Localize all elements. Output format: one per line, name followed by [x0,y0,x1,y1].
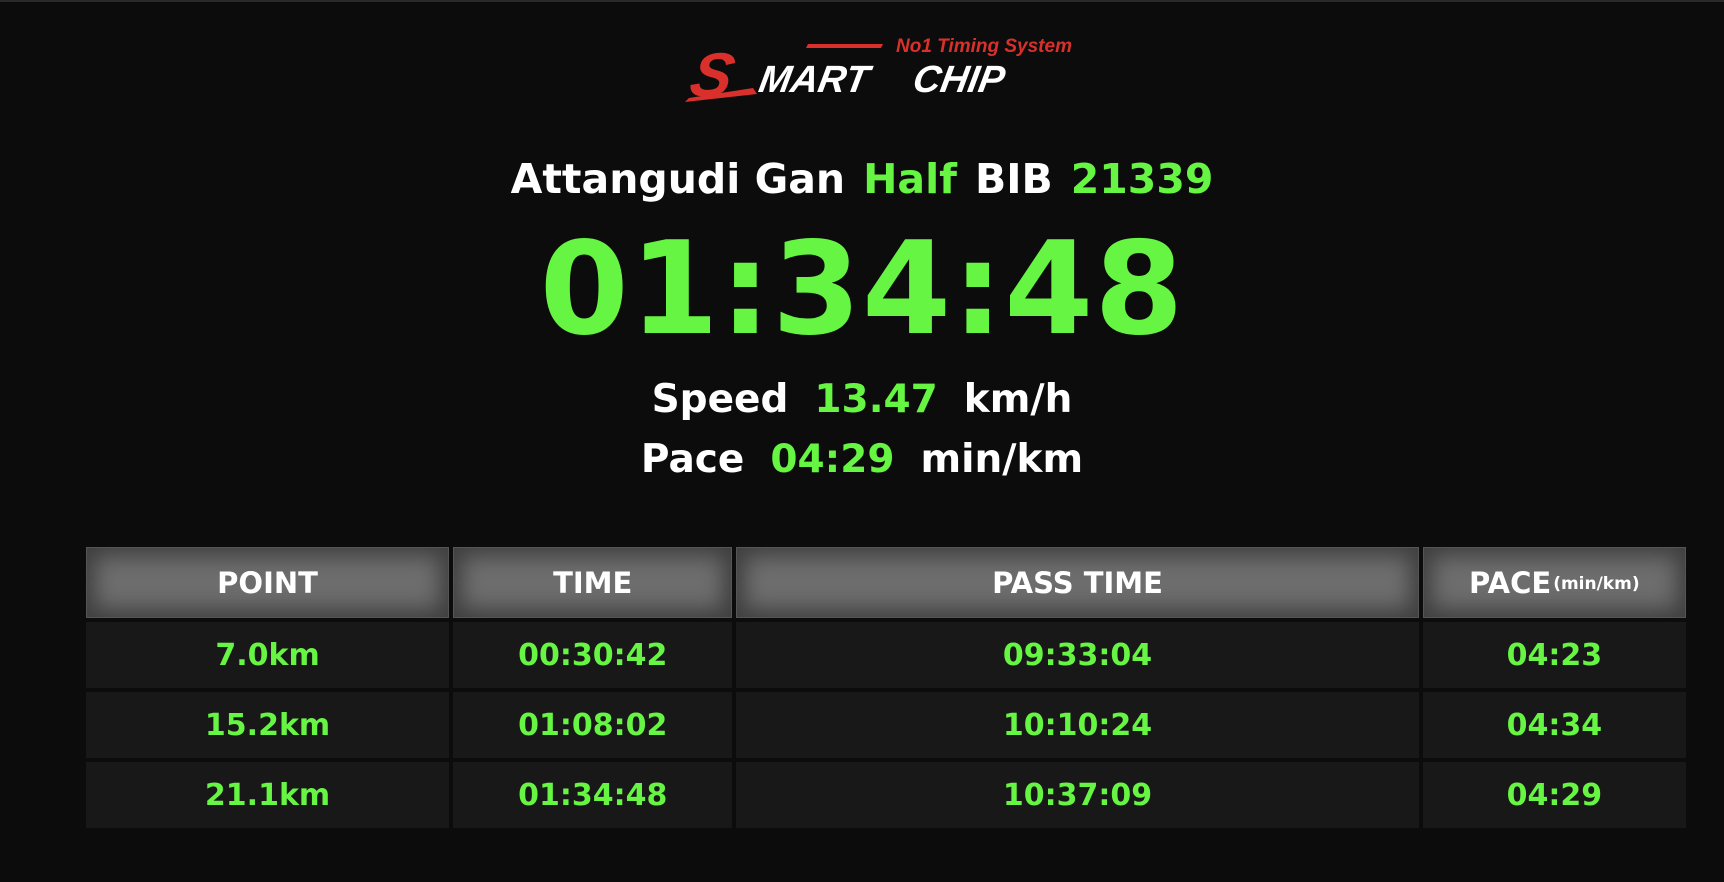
table-row: 21.1km 01:34:48 10:37:09 04:29 [86,762,1686,828]
pace-unit: min/km [920,437,1084,482]
smart-chip-logo-graphic: No1 Timing System S MART CHIP [684,36,1072,110]
top-border [0,0,1724,2]
row-point: 21.1km [86,762,450,828]
runner-info: Attangudi Gan Half BIB 21339 [0,152,1724,206]
speed-unit: km/h [963,377,1073,422]
row-pass-time: 10:10:24 [736,692,1419,758]
logo-word-mart: MART [756,58,876,101]
speed-value: 13.47 [814,377,938,422]
smart-chip-logo: No1 Timing System S MART CHIP [683,32,1093,110]
finish-time: 01:34:48 [539,215,1185,364]
runner-name: Attangudi Gan [510,155,846,203]
row-pace: 04:29 [1422,762,1686,828]
header-time: TIME [453,547,733,618]
splits-header-row: POINT TIME PASS TIME PACE (min/km) [86,547,1686,618]
header-pace-label: PACE [1469,565,1552,600]
header-point: POINT [86,547,450,618]
pace-line: Pace 04:29 min/km [0,434,1724,486]
speed-label: Speed [651,377,789,422]
table-row: 7.0km 00:30:42 09:33:04 04:23 [86,622,1686,688]
runner-category: Half [863,155,957,203]
pace-value: 04:29 [770,437,895,482]
row-point: 15.2km [86,692,450,758]
header-pace-unit: (min/km) [1553,573,1640,594]
bib-number: 21339 [1070,155,1214,203]
header-pass-time: PASS TIME [736,547,1419,618]
row-time: 01:08:02 [453,692,733,758]
splits-table: POINT TIME PASS TIME PACE (min/km) 7.0km … [86,547,1686,832]
row-time: 00:30:42 [453,622,733,688]
row-pace: 04:34 [1422,692,1686,758]
logo-tagline: No1 Timing System [896,36,1072,57]
row-pass-time: 10:37:09 [736,762,1419,828]
table-row: 15.2km 01:08:02 10:10:24 04:34 [86,692,1686,758]
row-time: 01:34:48 [453,762,733,828]
logo-word-chip: CHIP [910,58,1009,101]
bib-label: BIB [974,155,1053,203]
header-pace: PACE (min/km) [1422,547,1686,618]
row-point: 7.0km [86,622,450,688]
speed-line: Speed 13.47 km/h [0,374,1724,426]
row-pass-time: 09:33:04 [736,622,1419,688]
pace-label: Pace [640,437,745,482]
row-pace: 04:23 [1422,622,1686,688]
